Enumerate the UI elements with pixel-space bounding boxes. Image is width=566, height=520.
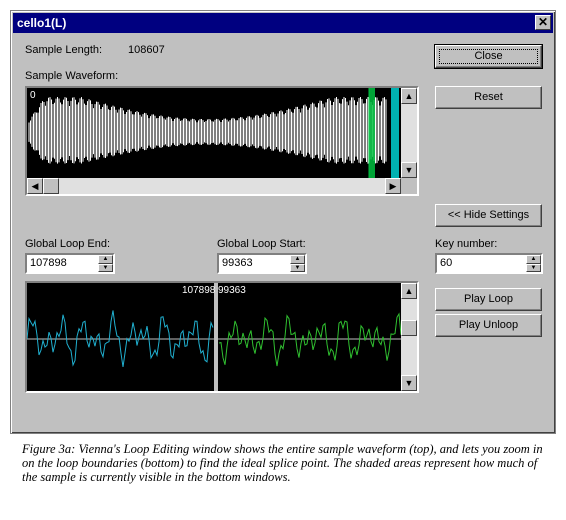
close-window-icon[interactable]: ✕: [535, 15, 551, 30]
waveform-scroll-thumb[interactable]: [43, 178, 59, 194]
play-unloop-button[interactable]: Play Unloop: [435, 314, 542, 337]
loop-editing-window: cello1(L) ✕ Sample Length: 108607 Sample…: [10, 10, 556, 434]
loop-zoom-plot: [27, 283, 401, 391]
spin-down-icon[interactable]: ▼: [290, 263, 305, 272]
loop-start-spinner[interactable]: ▲ ▼: [290, 255, 305, 272]
waveform-trace: [28, 97, 387, 164]
loop-end-field[interactable]: 107898 ▲ ▼: [25, 253, 115, 274]
waveform-horizontal-scrollbar[interactable]: ◀ ▶: [27, 178, 401, 194]
sample-waveform-plot: [28, 88, 399, 178]
spin-down-icon[interactable]: ▼: [98, 263, 113, 272]
window-title: cello1(L): [17, 16, 67, 30]
title-bar: cello1(L) ✕: [13, 13, 553, 33]
loop-start-label: Global Loop Start:: [217, 238, 306, 250]
spin-up-icon[interactable]: ▲: [290, 255, 305, 264]
key-number-value: 60: [440, 257, 453, 269]
scroll-down-icon[interactable]: ▼: [401, 375, 417, 391]
scroll-left-icon[interactable]: ◀: [27, 178, 43, 194]
scroll-up-icon[interactable]: ▲: [401, 88, 417, 104]
loop-start-value: 99363: [222, 257, 253, 269]
loop-end-spinner[interactable]: ▲ ▼: [98, 255, 113, 272]
loop-end-value: 107898: [30, 257, 67, 269]
close-button[interactable]: Close: [434, 44, 543, 69]
hide-settings-button[interactable]: << Hide Settings: [435, 204, 542, 227]
spin-down-icon[interactable]: ▼: [526, 263, 541, 272]
loop-end-label: Global Loop End:: [25, 238, 111, 250]
loop-start-waveform: [218, 312, 401, 367]
scroll-right-icon[interactable]: ▶: [385, 178, 401, 194]
loop-zoom-view[interactable]: 107898 99363 ▲ ▼: [25, 281, 419, 393]
figure-caption: Figure 3a: Vienna's Loop Editing window …: [22, 442, 543, 484]
loop-region-highlight: [369, 88, 375, 178]
loop-start-marker: 99363: [218, 285, 246, 296]
loop-start-field[interactable]: 99363 ▲ ▼: [217, 253, 307, 274]
sample-waveform-label: Sample Waveform:: [25, 70, 119, 82]
sample-waveform-view[interactable]: 0 ▲ ▼ ◀ ▶: [25, 86, 419, 196]
spin-up-icon[interactable]: ▲: [526, 255, 541, 264]
visible-region-highlight: [391, 88, 399, 178]
loop-end-marker: 107898: [182, 285, 216, 296]
key-number-field[interactable]: 60 ▲ ▼: [435, 253, 543, 274]
scroll-corner: [401, 178, 417, 194]
waveform-zero-label: 0: [30, 90, 36, 101]
sample-length-label: Sample Length:: [25, 44, 103, 56]
waveform-vertical-scrollbar[interactable]: ▲ ▼: [401, 88, 417, 178]
play-loop-button[interactable]: Play Loop: [435, 288, 542, 311]
scroll-up-icon[interactable]: ▲: [401, 283, 417, 299]
key-number-spinner[interactable]: ▲ ▼: [526, 255, 541, 272]
sample-length-value: 108607: [128, 44, 165, 56]
focus-ring: [439, 49, 538, 64]
zoom-scroll-thumb[interactable]: [401, 320, 417, 336]
splice-divider: [214, 283, 218, 391]
key-number-label: Key number:: [435, 238, 498, 250]
zoom-vertical-scrollbar[interactable]: ▲ ▼: [401, 283, 417, 391]
spin-up-icon[interactable]: ▲: [98, 255, 113, 264]
scroll-down-icon[interactable]: ▼: [401, 162, 417, 178]
reset-button[interactable]: Reset: [435, 86, 542, 109]
